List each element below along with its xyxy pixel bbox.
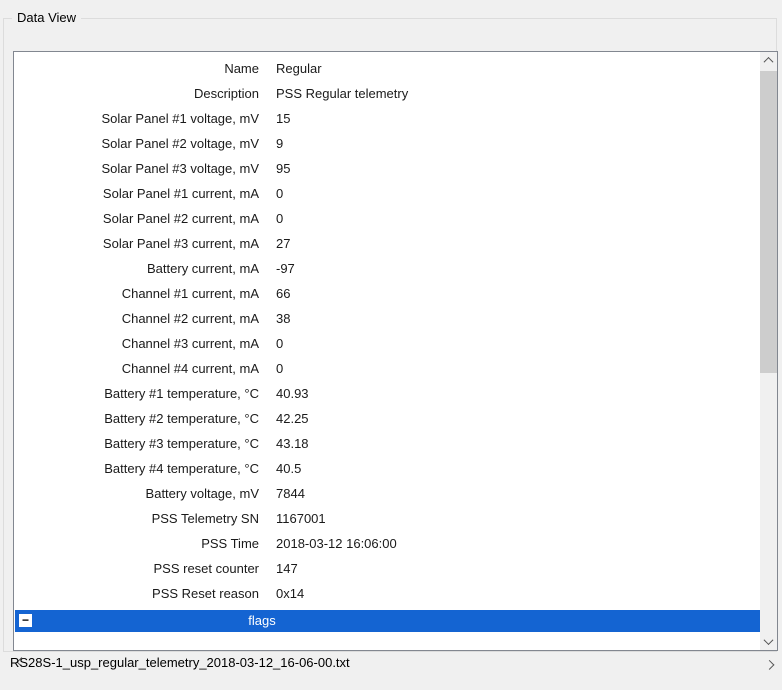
table-row[interactable]: Channel #1 current, mA 66 xyxy=(14,281,760,306)
data-view-panel: Name Regular Description PSS Regular teleme… xyxy=(13,51,778,651)
flags-group-label: flags xyxy=(15,610,509,632)
table-row[interactable]: PSS Reset reason 0x14 xyxy=(14,581,760,606)
row-label: Battery current, mA xyxy=(14,256,259,281)
table-row[interactable]: Channel #4 current, mA 0 xyxy=(14,356,760,381)
row-label: Channel #4 current, mA xyxy=(14,356,259,381)
table-row[interactable]: PSS Time 2018-03-12 16:06:00 xyxy=(14,531,760,556)
row-value: 0 xyxy=(276,331,283,356)
row-label: Name xyxy=(14,56,259,81)
table-row[interactable]: Solar Panel #3 voltage, mV 95 xyxy=(14,156,760,181)
vertical-scrollbar-thumb[interactable] xyxy=(760,71,777,373)
row-value: 0 xyxy=(276,356,283,381)
table-row[interactable]: Solar Panel #2 voltage, mV 9 xyxy=(14,131,760,156)
row-value: 2018-03-12 16:06:00 xyxy=(276,531,397,556)
row-label: PSS Telemetry SN xyxy=(14,506,259,531)
row-label: Solar Panel #3 voltage, mV xyxy=(14,156,259,181)
row-label: Solar Panel #2 voltage, mV xyxy=(14,131,259,156)
row-label: Description xyxy=(14,81,259,106)
collapse-expander-icon[interactable]: − xyxy=(19,614,32,627)
table-row[interactable]: Battery #3 temperature, °C 43.18 xyxy=(14,431,760,456)
row-label: PSS reset counter xyxy=(14,556,259,581)
table-row[interactable]: Battery #1 temperature, °C 40.93 xyxy=(14,381,760,406)
flags-group-row[interactable]: − flags xyxy=(15,610,761,632)
table-row[interactable]: Battery #4 temperature, °C 40.5 xyxy=(14,456,760,481)
row-value: -97 xyxy=(276,256,295,281)
table-row[interactable]: Description PSS Regular telemetry xyxy=(14,81,760,106)
row-label: Battery voltage, mV xyxy=(14,481,259,506)
table-row[interactable]: PSS Telemetry SN 1167001 xyxy=(14,506,760,531)
row-value: 147 xyxy=(276,556,298,581)
row-label: Solar Panel #1 voltage, mV xyxy=(14,106,259,131)
table-row[interactable]: Name Regular xyxy=(14,56,760,81)
table-row[interactable]: Battery current, mA -97 xyxy=(14,256,760,281)
row-value: 38 xyxy=(276,306,290,331)
table-row[interactable]: Battery voltage, mV 7844 xyxy=(14,481,760,506)
row-value: 0x14 xyxy=(276,581,304,606)
row-value: 42.25 xyxy=(276,406,309,431)
row-label: Solar Panel #1 current, mA xyxy=(14,181,259,206)
table-row[interactable]: Battery #2 temperature, °C 42.25 xyxy=(14,406,760,431)
row-label: Battery #1 temperature, °C xyxy=(14,381,259,406)
row-label: Battery #3 temperature, °C xyxy=(14,431,259,456)
row-label: Solar Panel #2 current, mA xyxy=(14,206,259,231)
status-bar: RS28S-1_usp_regular_telemetry_2018-03-12… xyxy=(10,655,774,675)
table-row[interactable]: Solar Panel #1 voltage, mV 15 xyxy=(14,106,760,131)
row-value: 27 xyxy=(276,231,290,256)
table-row[interactable]: PSS reset counter 147 xyxy=(14,556,760,581)
scroll-up-button[interactable] xyxy=(760,52,777,69)
row-value: 1167001 xyxy=(276,506,326,531)
row-label: Battery #2 temperature, °C xyxy=(14,406,259,431)
table-row[interactable]: Solar Panel #2 current, mA 0 xyxy=(14,206,760,231)
row-value: 0 xyxy=(276,181,283,206)
data-view-groupbox: Name Regular Description PSS Regular teleme… xyxy=(3,18,777,652)
row-value: 40.5 xyxy=(276,456,301,481)
row-value: 43.18 xyxy=(276,431,309,456)
status-file-name: RS28S-1_usp_regular_telemetry_2018-03-12… xyxy=(10,655,350,670)
row-label: Channel #1 current, mA xyxy=(14,281,259,306)
row-label: PSS Time xyxy=(14,531,259,556)
chevron-up-icon xyxy=(764,57,774,67)
row-label: Battery #4 temperature, °C xyxy=(14,456,259,481)
row-label: PSS Reset reason xyxy=(14,581,259,606)
row-value: 0 xyxy=(276,206,283,231)
row-label: Channel #3 current, mA xyxy=(14,331,259,356)
table-row[interactable]: Channel #3 current, mA 0 xyxy=(14,331,760,356)
row-value: Regular xyxy=(276,56,322,81)
row-label: Channel #2 current, mA xyxy=(14,306,259,331)
row-value: 40.93 xyxy=(276,381,309,406)
row-value: PSS Regular telemetry xyxy=(276,81,408,106)
telemetry-grid: Name Regular Description PSS Regular teleme… xyxy=(14,52,760,650)
chevron-down-icon xyxy=(764,635,774,645)
row-value: 95 xyxy=(276,156,290,181)
table-row[interactable]: Solar Panel #1 current, mA 0 xyxy=(14,181,760,206)
row-value: 15 xyxy=(276,106,290,131)
group-title: Data View xyxy=(12,10,81,25)
table-row[interactable]: Channel #2 current, mA 38 xyxy=(14,306,760,331)
row-label: Solar Panel #3 current, mA xyxy=(14,231,259,256)
row-value: 7844 xyxy=(276,481,305,506)
vertical-scrollbar[interactable] xyxy=(760,52,777,650)
scroll-down-button[interactable] xyxy=(760,633,777,650)
row-value: 66 xyxy=(276,281,290,306)
row-value: 9 xyxy=(276,131,283,156)
table-row[interactable]: Solar Panel #3 current, mA 27 xyxy=(14,231,760,256)
